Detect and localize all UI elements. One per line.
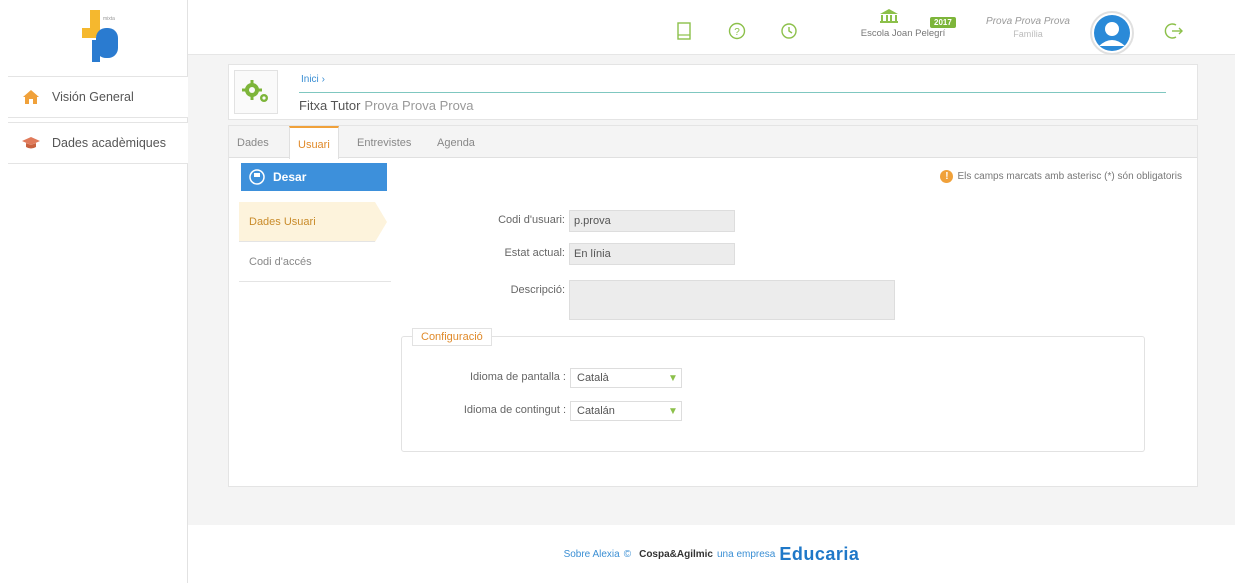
notebook-icon[interactable] (676, 22, 692, 40)
config-legend: Configuració (412, 328, 492, 346)
subnav-dades-usuari[interactable]: Dades Usuari (239, 202, 387, 242)
tab-usuari[interactable]: Usuari (289, 126, 339, 159)
logout-icon[interactable] (1164, 22, 1184, 43)
gear-icon (234, 70, 278, 114)
description-textarea[interactable] (569, 280, 895, 320)
year-badge[interactable]: 2017 (930, 17, 956, 28)
sidebar-item-label: Visión General (52, 90, 134, 104)
graduation-cap-icon (20, 133, 42, 153)
status-field[interactable]: En línia (569, 243, 735, 265)
save-button[interactable]: Desar (241, 163, 387, 191)
sidebar-item-vision-general[interactable]: Visión General (8, 76, 188, 118)
home-icon (20, 87, 42, 107)
chevron-right-icon: › (321, 74, 325, 85)
company-name: Cospa&Agilmic (639, 548, 713, 560)
history-icon[interactable] (780, 22, 797, 40)
config-fieldset: Configuració Idioma de pantalla : Català… (401, 328, 1145, 452)
content-language-select[interactable]: Catalán ▼ (570, 401, 682, 421)
top-bar: ? 2017 Escola Joan Pelegrí Prova Prova P… (188, 0, 1235, 55)
page-title: Fitxa Tutor Prova Prova Prova (299, 98, 474, 113)
tab-agenda[interactable]: Agenda (429, 126, 483, 158)
dropdown-arrow-icon: ▼ (668, 372, 678, 384)
user-code-field[interactable]: p.prova (569, 210, 735, 232)
user-code-row: Codi d'usuari: p.prova (479, 210, 735, 232)
alexia-logo[interactable]: mixta (78, 6, 130, 66)
tab-entrevistes[interactable]: Entrevistes (349, 126, 419, 158)
copyright-symbol: © (623, 548, 632, 560)
main-area: Inici › Fitxa Tutor Prova Prova Prova Dad… (188, 55, 1235, 583)
tab-bar: Dades Usuari Entrevistes Agenda (229, 126, 1197, 159)
status-row: Estat actual: En línia (479, 243, 735, 265)
screen-language-select[interactable]: Català ▼ (570, 368, 682, 388)
description-label: Descripció: (510, 284, 565, 296)
header-divider (299, 92, 1166, 93)
about-link[interactable]: Sobre Alexia (564, 549, 620, 560)
user-name[interactable]: Prova Prova Prova Família (978, 16, 1078, 40)
save-icon (249, 169, 265, 185)
screen-language-row: Idioma de pantalla : Català ▼ (442, 368, 682, 388)
dropdown-arrow-icon: ▼ (668, 405, 678, 417)
sidebar-item-dades-academiques[interactable]: Dades acadèmiques (8, 122, 188, 164)
content-language-row: Idioma de contingut : Catalán ▼ (442, 401, 682, 421)
user-role: Família (1013, 29, 1043, 39)
sidebar: mixta Visión General Dades acadèmiques (8, 0, 188, 583)
sub-navigation: Dades Usuari Codi d'accés (239, 202, 391, 282)
help-icon[interactable]: ? (728, 22, 746, 40)
svg-text:mixta: mixta (103, 16, 115, 22)
tab-dades[interactable]: Dades (229, 126, 277, 158)
school-building-icon (878, 8, 900, 27)
footer: Sobre Alexia © Cospa&Agilmic una empresa… (188, 525, 1235, 583)
content-card: Dades Usuari Entrevistes Agenda Desar ! … (228, 125, 1198, 487)
sidebar-item-label: Dades acadèmiques (52, 136, 166, 150)
educaria-logo[interactable]: Educaria (779, 544, 859, 565)
company-tagline: una empresa (717, 548, 776, 560)
description-row: Descripció: (479, 280, 895, 320)
svg-text:?: ? (734, 27, 740, 38)
user-avatar-icon[interactable] (1090, 11, 1134, 55)
breadcrumb[interactable]: Inici › (301, 74, 325, 85)
status-label: Estat actual: (504, 247, 565, 259)
page-header: Inici › Fitxa Tutor Prova Prova Prova (228, 64, 1198, 120)
content-language-label: Idioma de contingut : (463, 404, 566, 416)
subnav-codi-acces[interactable]: Codi d'accés (239, 242, 391, 282)
user-code-label: Codi d'usuari: (498, 214, 565, 226)
school-name[interactable]: Escola Joan Pelegrí (848, 28, 958, 39)
warning-icon: ! (940, 170, 954, 183)
screen-language-label: Idioma de pantalla : (469, 371, 566, 383)
required-fields-note: ! Els camps marcats amb asterisc (*) són… (940, 170, 1182, 183)
